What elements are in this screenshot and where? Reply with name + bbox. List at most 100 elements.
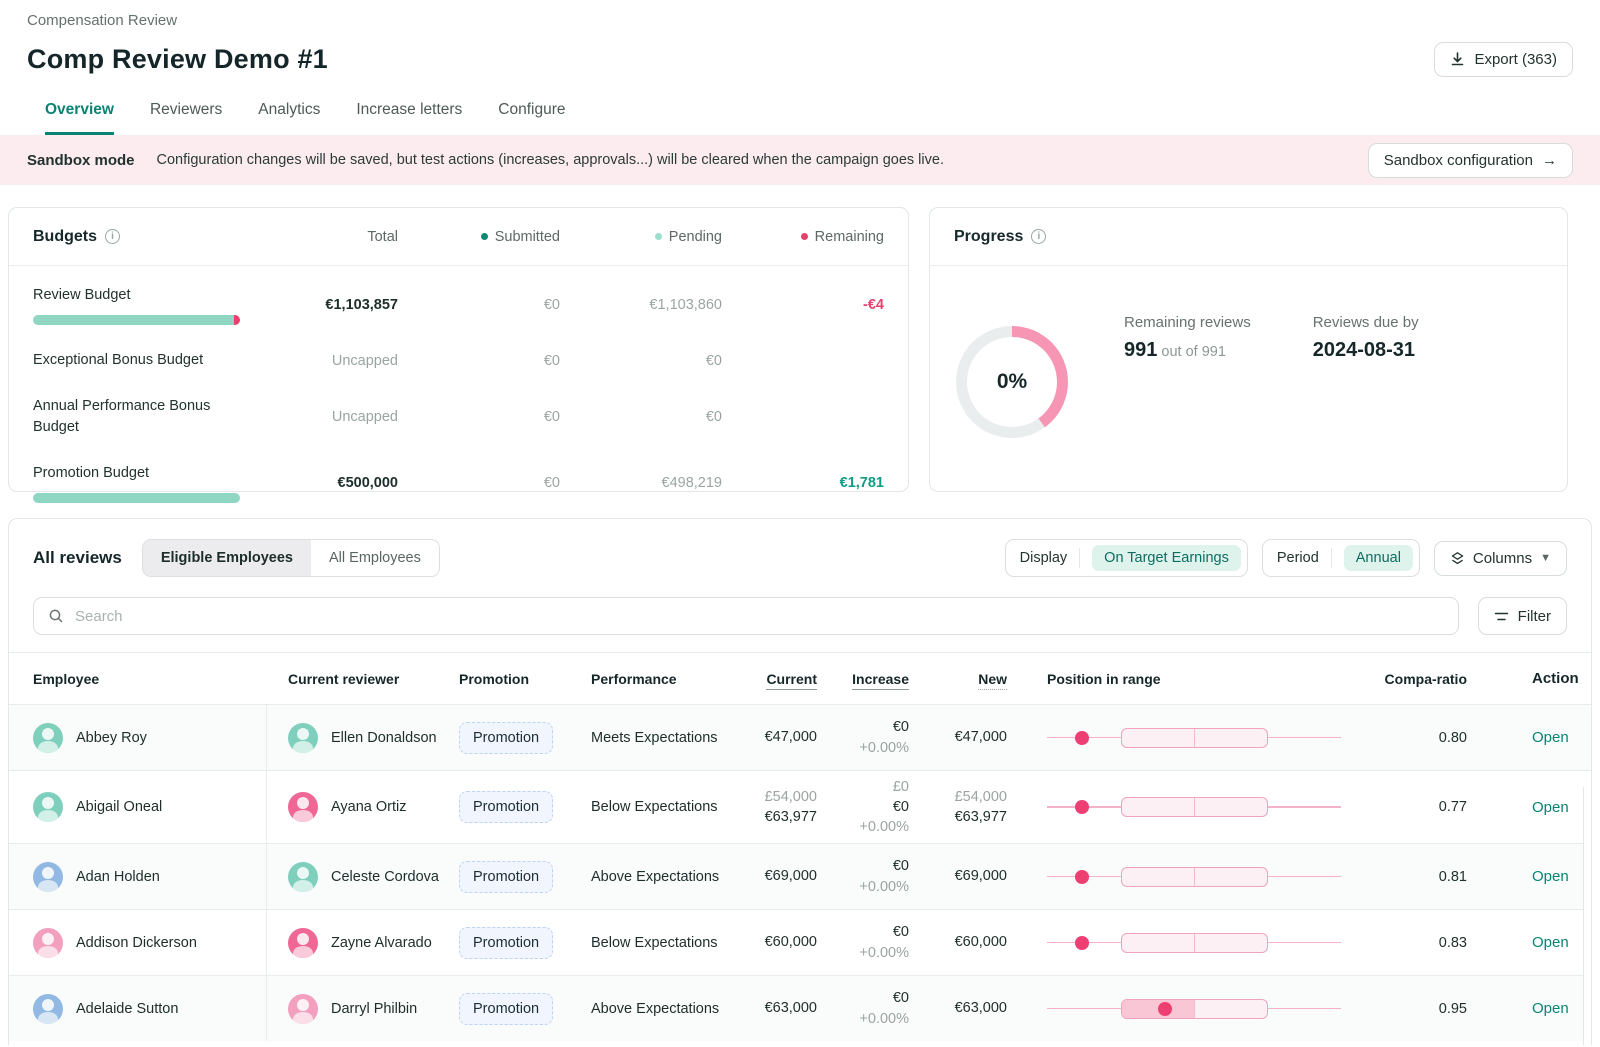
- period-value-pill[interactable]: Annual: [1344, 545, 1413, 571]
- budget-row: Promotion Budget€500,000€0€498,219€1,781: [33, 450, 884, 515]
- new-cell: €69,000: [919, 866, 1017, 886]
- range-position-dot[interactable]: [1075, 870, 1089, 884]
- info-icon[interactable]: i: [105, 229, 120, 244]
- open-review-link[interactable]: Open: [1532, 934, 1569, 951]
- open-review-link[interactable]: Open: [1532, 868, 1569, 885]
- range-position-dot[interactable]: [1075, 800, 1089, 814]
- promotion-badge[interactable]: Promotion: [459, 722, 553, 754]
- increase-cell-line: €0: [827, 717, 909, 737]
- submitted-dot: [481, 233, 488, 240]
- reviewer-name: Zayne Alvarado: [331, 935, 432, 951]
- increase-cell-line: €0: [827, 922, 909, 942]
- info-icon[interactable]: i: [1031, 229, 1046, 244]
- range-position-dot[interactable]: [1075, 936, 1089, 950]
- promotion-badge[interactable]: Promotion: [459, 791, 553, 823]
- range-position-dot[interactable]: [1158, 1002, 1172, 1016]
- search-input[interactable]: [75, 608, 1444, 625]
- toggle-all-employees[interactable]: All Employees: [311, 540, 439, 576]
- search-icon: [48, 608, 64, 624]
- open-review-link[interactable]: Open: [1532, 729, 1569, 746]
- period-control[interactable]: Period Annual: [1262, 539, 1420, 577]
- compa-ratio-cell: 0.80: [1355, 730, 1477, 746]
- new-cell-line: €63,977: [919, 807, 1007, 827]
- avatar: [33, 994, 63, 1024]
- new-cell-line: €47,000: [919, 727, 1007, 747]
- increase-cell: €0+0.00%: [827, 856, 919, 897]
- promotion-badge[interactable]: Promotion: [459, 861, 553, 893]
- search-box[interactable]: [33, 597, 1459, 635]
- remaining-reviews-label: Remaining reviews: [1124, 314, 1251, 331]
- toggle-eligible-employees[interactable]: Eligible Employees: [143, 540, 311, 576]
- columns-button[interactable]: Columns ▼: [1434, 541, 1567, 576]
- tab-increase-letters[interactable]: Increase letters: [356, 101, 462, 135]
- budget-bar: [33, 315, 240, 325]
- table-row: Abigail OnealAyana OrtizPromotionBelow E…: [9, 770, 1592, 843]
- range-band: [1121, 728, 1268, 748]
- scrollbar-gutter[interactable]: [1583, 787, 1591, 1045]
- current-cell-line: £54,000: [751, 787, 817, 807]
- reviews-due-value: 2024-08-31: [1313, 339, 1419, 362]
- tab-configure[interactable]: Configure: [498, 101, 565, 135]
- employee-cell[interactable]: Adelaide Sutton: [9, 976, 267, 1041]
- employee-cell[interactable]: Abigail Oneal: [9, 771, 267, 843]
- promotion-badge[interactable]: Promotion: [459, 993, 553, 1025]
- position-in-range-cell: [1017, 923, 1355, 963]
- tab-analytics[interactable]: Analytics: [258, 101, 320, 135]
- position-in-range-widget: [1047, 787, 1341, 827]
- range-midline: [1194, 1000, 1195, 1018]
- filter-button[interactable]: Filter: [1478, 597, 1567, 635]
- reviewer-cell: Darryl Philbin: [267, 994, 459, 1024]
- column-header-current[interactable]: Current: [751, 671, 827, 687]
- avatar: [288, 928, 318, 958]
- avatar: [288, 723, 318, 753]
- promotion-badge[interactable]: Promotion: [459, 927, 553, 959]
- budget-row: Review Budget€1,103,857€0€1,103,860-€4: [33, 272, 884, 337]
- column-header-label: Promotion: [459, 671, 529, 687]
- column-header-new[interactable]: New: [919, 671, 1017, 687]
- reviewer-name: Ayana Ortiz: [331, 799, 407, 815]
- sandbox-configuration-button[interactable]: Sandbox configuration →: [1368, 143, 1573, 178]
- progress-donut-chart: 0%: [956, 326, 1068, 438]
- range-position-dot[interactable]: [1075, 731, 1089, 745]
- employee-cell[interactable]: Abbey Roy: [9, 705, 267, 770]
- remaining-reviews-value: 991: [1124, 339, 1157, 361]
- avatar: [33, 723, 63, 753]
- budgets-table: Review Budget€1,103,857€0€1,103,860-€4 Ex…: [9, 266, 908, 515]
- column-header-label: New: [978, 671, 1007, 690]
- display-control[interactable]: Display On Target Earnings: [1005, 539, 1248, 577]
- reviewer-name: Ellen Donaldson: [331, 730, 437, 746]
- budget-name-cell: Review Budget: [33, 285, 266, 325]
- remaining-dot: [801, 233, 808, 240]
- employee-cell[interactable]: Adan Holden: [9, 844, 267, 909]
- budget-bar: [33, 493, 240, 503]
- page-header: Compensation Review Comp Review Demo #1 …: [0, 0, 1600, 135]
- tab-reviewers[interactable]: Reviewers: [150, 101, 222, 135]
- new-cell-line: £54,000: [919, 787, 1007, 807]
- tab-overview[interactable]: Overview: [45, 101, 114, 135]
- budget-pending: €498,219: [560, 475, 722, 491]
- column-header-label: Position in range: [1047, 671, 1161, 687]
- position-in-range-cell: [1017, 718, 1355, 758]
- budget-name: Review Budget: [33, 285, 248, 306]
- avatar: [33, 862, 63, 892]
- employee-name: Adelaide Sutton: [76, 1001, 178, 1017]
- open-review-link[interactable]: Open: [1532, 1000, 1569, 1017]
- avatar: [288, 862, 318, 892]
- budget-name: Exceptional Bonus Budget: [33, 350, 248, 371]
- column-header-action: Action: [1477, 670, 1592, 687]
- export-button[interactable]: Export (363): [1434, 42, 1573, 77]
- all-reviews-title: All reviews: [33, 548, 122, 568]
- current-cell-line: €47,000: [751, 727, 817, 747]
- period-label: Period: [1277, 550, 1319, 566]
- display-value-pill[interactable]: On Target Earnings: [1092, 545, 1241, 571]
- open-review-link[interactable]: Open: [1532, 799, 1569, 816]
- avatar: [33, 928, 63, 958]
- budget-submitted: €0: [398, 475, 560, 491]
- breadcrumb[interactable]: Compensation Review: [27, 12, 1573, 29]
- employee-cell[interactable]: Addison Dickerson: [9, 910, 267, 975]
- reviewer-cell: Ayana Ortiz: [267, 792, 459, 822]
- reviews-due-stat: Reviews due by 2024-08-31: [1313, 314, 1419, 438]
- performance-cell: Below Expectations: [591, 935, 751, 951]
- column-header-increase[interactable]: Increase: [827, 671, 919, 687]
- employee-name: Abbey Roy: [76, 730, 147, 746]
